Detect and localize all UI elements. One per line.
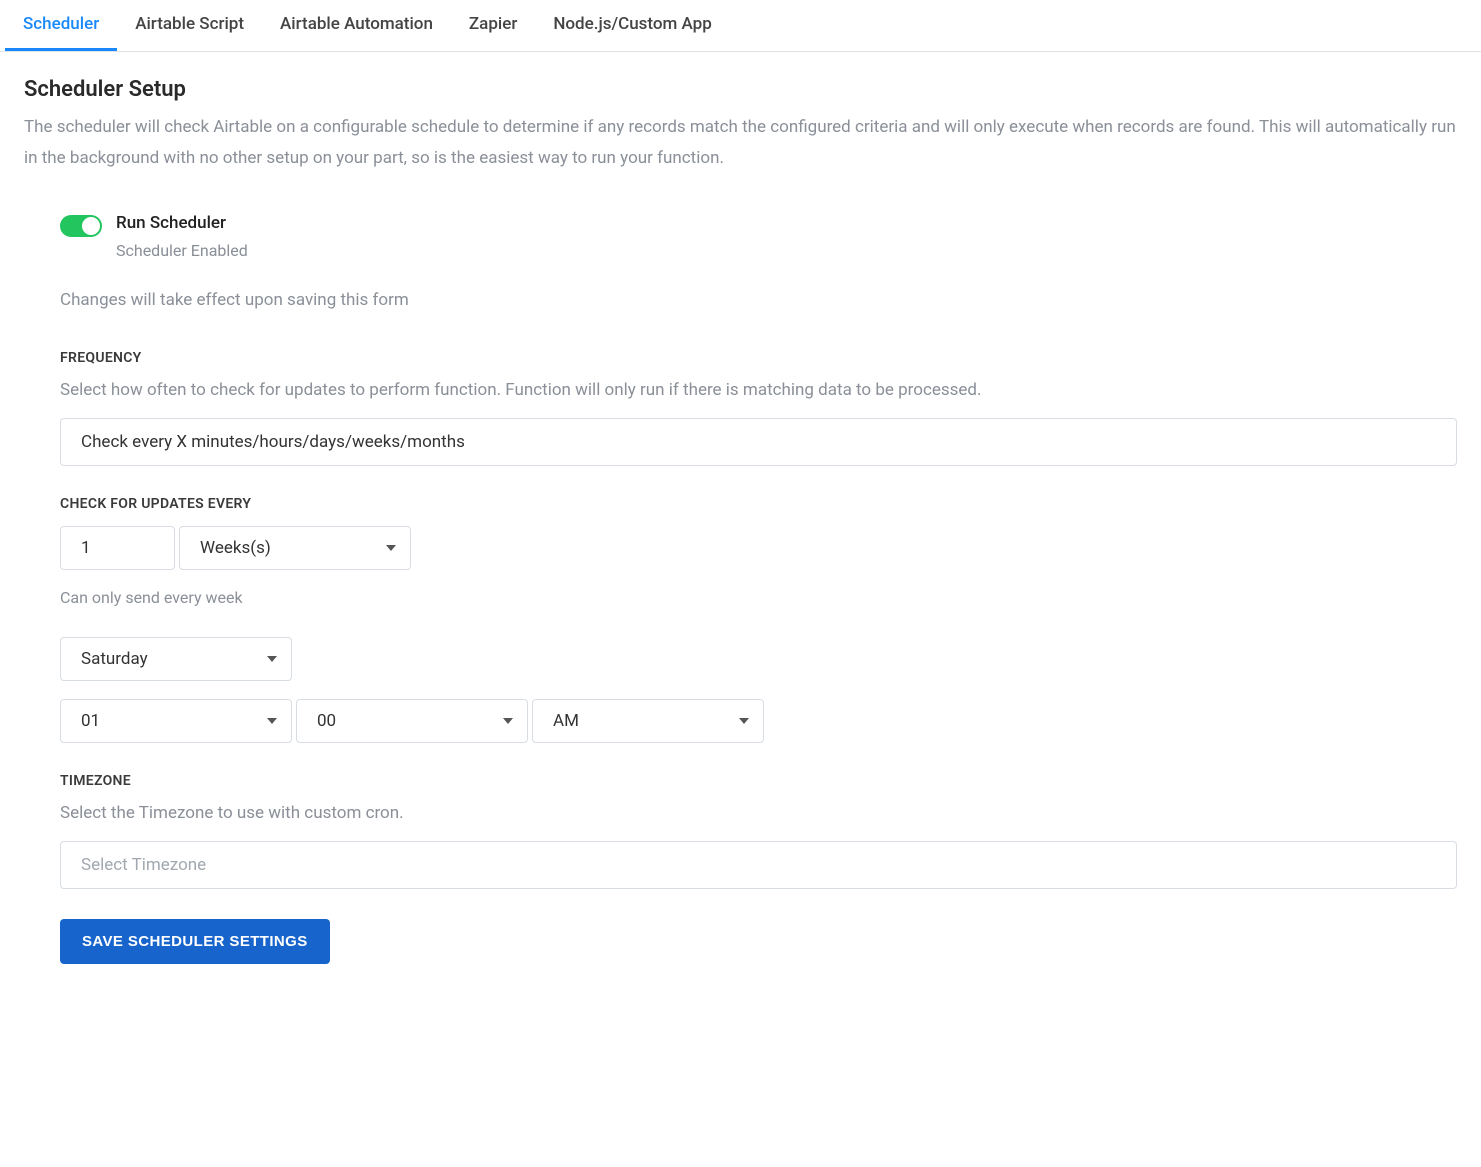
- tab-airtable-script[interactable]: Airtable Script: [117, 0, 262, 51]
- minute-select[interactable]: 00: [296, 699, 528, 743]
- interval-helper: Can only send every week: [60, 588, 1457, 607]
- interval-unit-select[interactable]: Weeks(s): [179, 526, 411, 570]
- content-area: Scheduler Setup The scheduler will check…: [0, 52, 1481, 1004]
- interval-row: Weeks(s): [60, 526, 1457, 570]
- caret-down-icon: [739, 718, 749, 724]
- toggle-status: Scheduler Enabled: [116, 241, 248, 260]
- caret-down-icon: [267, 718, 277, 724]
- caret-down-icon: [503, 718, 513, 724]
- interval-label: CHECK FOR UPDATES EVERY: [60, 496, 1457, 512]
- page-description: The scheduler will check Airtable on a c…: [24, 112, 1457, 175]
- day-row: Saturday: [60, 637, 1457, 681]
- frequency-description: Select how often to check for updates to…: [60, 380, 1457, 400]
- toggle-label-group: Run Scheduler Scheduler Enabled: [116, 213, 248, 260]
- save-button[interactable]: SAVE SCHEDULER SETTINGS: [60, 919, 330, 964]
- frequency-input[interactable]: [60, 418, 1457, 466]
- caret-down-icon: [267, 656, 277, 662]
- ampm-value: AM: [553, 711, 579, 731]
- page-title: Scheduler Setup: [24, 77, 1457, 102]
- toggle-knob: [82, 217, 100, 235]
- interval-number-input[interactable]: [60, 526, 175, 570]
- time-row: 01 00 AM: [60, 699, 1457, 743]
- caret-down-icon: [386, 545, 396, 551]
- timezone-input[interactable]: [60, 841, 1457, 889]
- save-note: Changes will take effect upon saving thi…: [60, 290, 1457, 310]
- tab-nodejs[interactable]: Node.js/Custom App: [535, 0, 729, 51]
- scheduler-section: Run Scheduler Scheduler Enabled Changes …: [24, 213, 1457, 964]
- hour-value: 01: [81, 711, 100, 731]
- timezone-label: TIMEZONE: [60, 773, 1457, 789]
- day-value: Saturday: [81, 649, 148, 669]
- minute-value: 00: [317, 711, 336, 731]
- interval-unit-value: Weeks(s): [200, 538, 271, 558]
- frequency-field: FREQUENCY Select how often to check for …: [60, 350, 1457, 466]
- tab-zapier[interactable]: Zapier: [451, 0, 535, 51]
- run-scheduler-toggle[interactable]: [60, 215, 102, 237]
- day-select[interactable]: Saturday: [60, 637, 292, 681]
- hour-select[interactable]: 01: [60, 699, 292, 743]
- tab-airtable-automation[interactable]: Airtable Automation: [262, 0, 451, 51]
- tab-scheduler[interactable]: Scheduler: [5, 0, 117, 51]
- toggle-label: Run Scheduler: [116, 213, 248, 233]
- interval-field: CHECK FOR UPDATES EVERY Weeks(s) Can onl…: [60, 496, 1457, 743]
- timezone-description: Select the Timezone to use with custom c…: [60, 803, 1457, 823]
- run-scheduler-row: Run Scheduler Scheduler Enabled: [60, 213, 1457, 260]
- frequency-label: FREQUENCY: [60, 350, 1457, 366]
- timezone-field: TIMEZONE Select the Timezone to use with…: [60, 773, 1457, 889]
- ampm-select[interactable]: AM: [532, 699, 764, 743]
- tab-bar: Scheduler Airtable Script Airtable Autom…: [0, 0, 1481, 52]
